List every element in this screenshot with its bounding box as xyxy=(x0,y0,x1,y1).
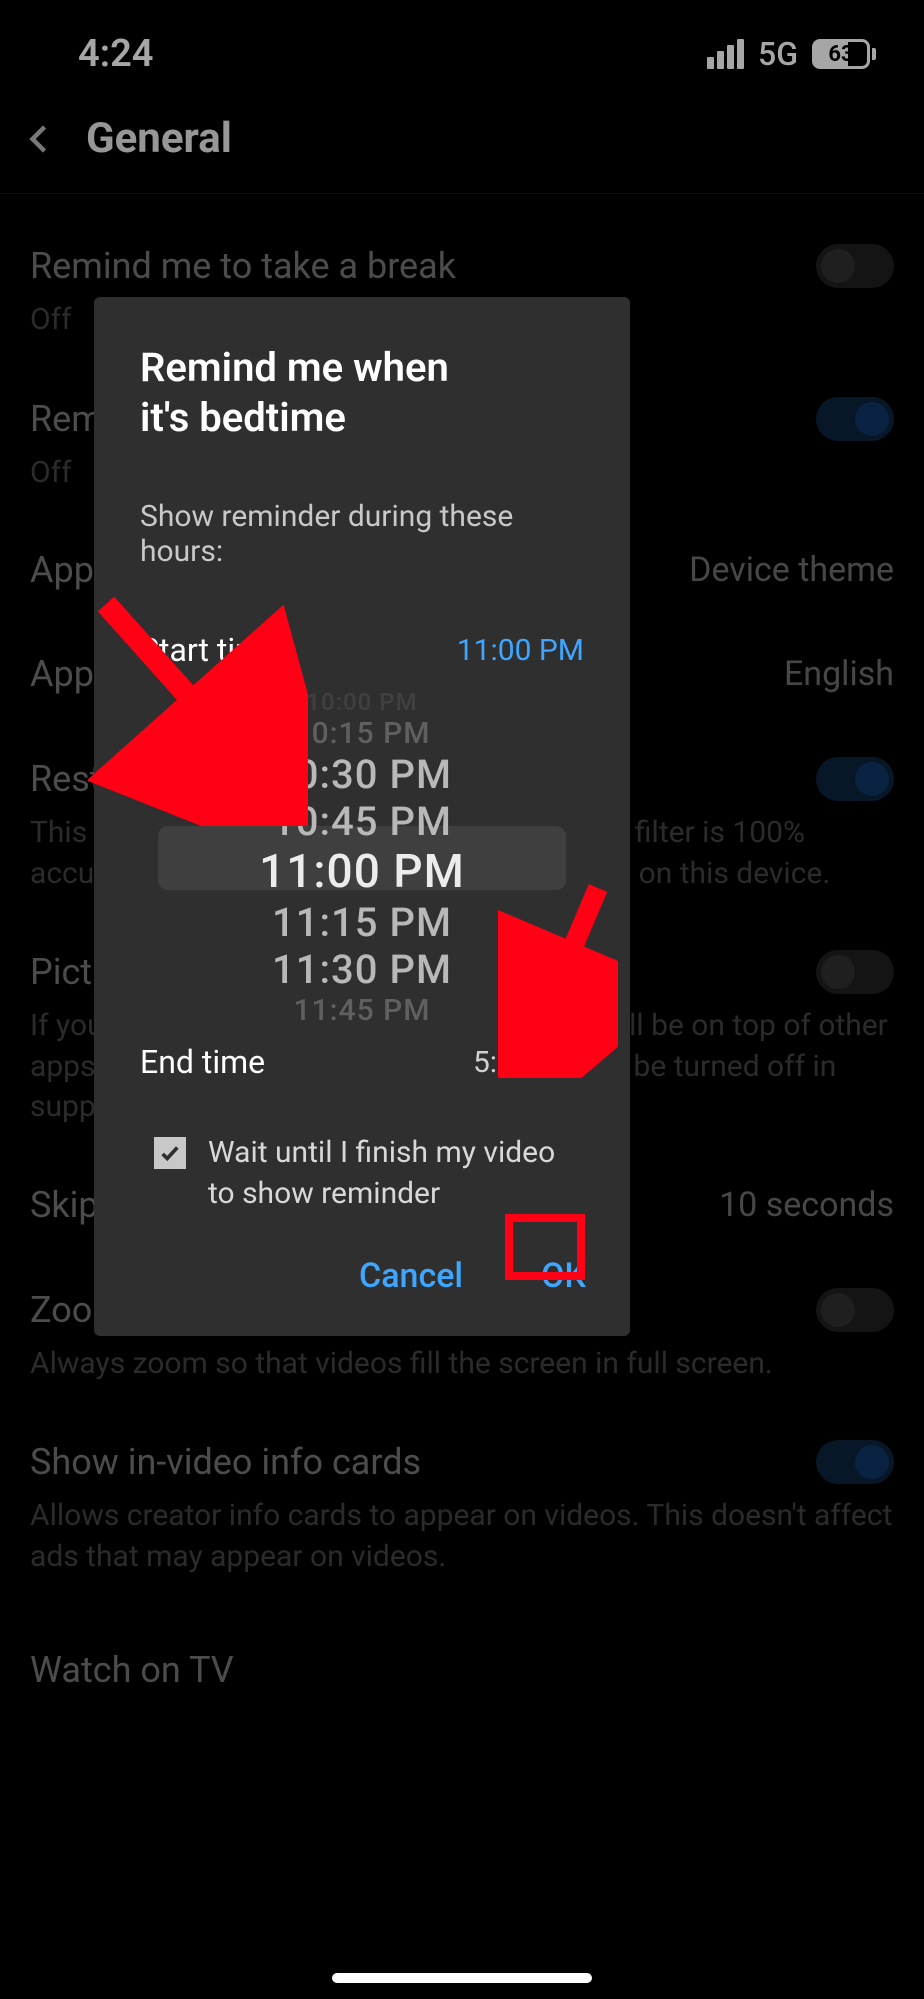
picker-item[interactable]: 10:30 PM xyxy=(94,751,630,798)
start-time-row[interactable]: Start time 11:00 PM xyxy=(140,617,584,683)
end-time-row[interactable]: End time 5:00 AM xyxy=(140,1029,584,1095)
end-time-value: 5:00 AM xyxy=(473,1045,584,1080)
cancel-button[interactable]: Cancel xyxy=(359,1256,463,1296)
start-time-label: Start time xyxy=(140,631,280,669)
modal-title: Remind me when it's bedtime xyxy=(140,343,584,443)
bedtime-modal: Remind me when it's bedtime Show reminde… xyxy=(94,297,630,1336)
picker-item-selected[interactable]: 11:00 PM xyxy=(94,845,630,899)
home-indicator[interactable] xyxy=(332,1973,592,1983)
picker-item[interactable]: 11:30 PM xyxy=(94,946,630,993)
picker-item[interactable]: 11:15 PM xyxy=(94,899,630,946)
picker-item[interactable]: 11:45 PM xyxy=(94,993,630,1023)
time-picker[interactable]: 10:00 PM 10:15 PM 10:30 PM 10:45 PM 11:0… xyxy=(94,693,630,1023)
wait-checkbox-label: Wait until I finish my video to show rem… xyxy=(208,1133,584,1214)
end-time-label: End time xyxy=(140,1043,265,1081)
picker-item[interactable]: 10:00 PM xyxy=(94,693,630,716)
wait-checkbox-row[interactable]: Wait until I finish my video to show rem… xyxy=(140,1095,584,1220)
modal-subtitle: Show reminder during these hours: xyxy=(140,443,584,617)
start-time-value: 11:00 PM xyxy=(457,633,584,668)
checkbox-checked-icon[interactable] xyxy=(154,1137,186,1169)
modal-actions: Cancel OK xyxy=(94,1220,630,1306)
ok-button[interactable]: OK xyxy=(541,1256,586,1296)
picker-item[interactable]: 10:45 PM xyxy=(94,798,630,845)
picker-item[interactable]: 10:15 PM xyxy=(94,716,630,751)
